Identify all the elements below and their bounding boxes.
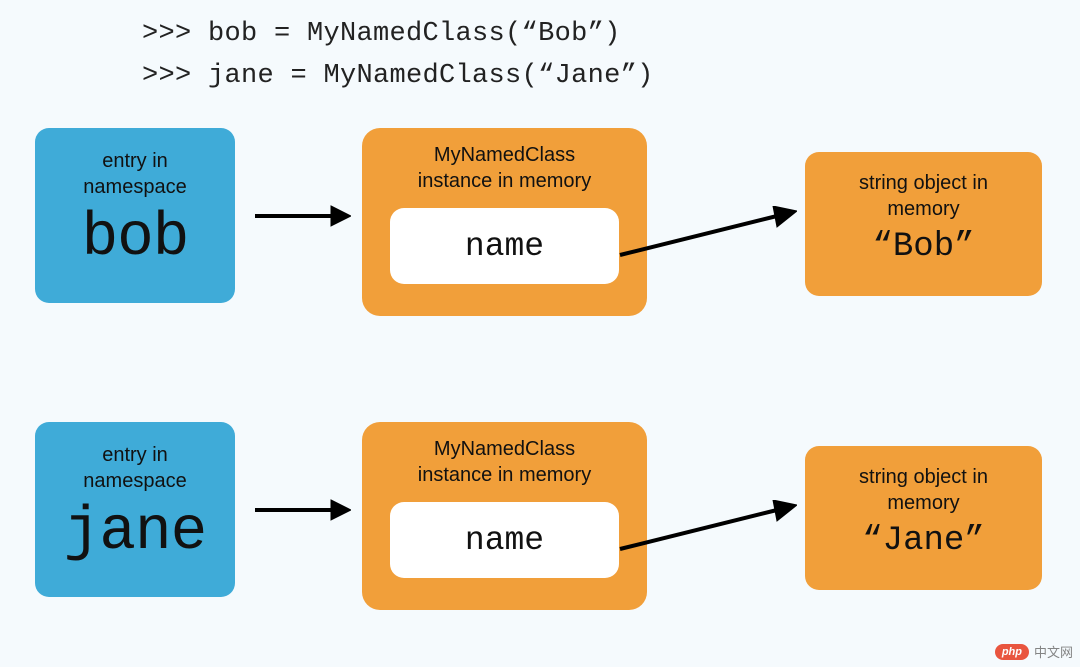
instance-box: MyNamedClass instance in memory name [362,128,647,316]
namespace-label: entry in namespace [83,442,186,494]
label-line: memory [887,492,959,514]
watermark-text: 中文网 [1034,642,1073,661]
label-line: entry in [102,444,168,466]
instance-label: MyNamedClass instance in memory [418,436,591,488]
label-line: string object in [859,466,988,488]
arrow-icon [253,204,351,228]
label-line: MyNamedClass [434,438,575,460]
namespace-variable: bob [82,204,189,273]
string-object-box: string object in memory “Jane” [805,446,1042,590]
code-line-2: >>> jane = MyNamedClass(“Jane”) [142,56,654,98]
namespace-entry-box: entry in namespace jane [35,422,235,597]
instance-attribute-box: name [390,502,619,578]
instance-box: MyNamedClass instance in memory name [362,422,647,610]
namespace-label: entry in namespace [83,148,186,200]
string-object-box: string object in memory “Bob” [805,152,1042,296]
label-line: string object in [859,172,988,194]
namespace-variable: jane [64,498,206,567]
instance-attribute: name [465,522,544,559]
arrow-icon [617,500,797,555]
namespace-entry-box: entry in namespace bob [35,128,235,303]
instance-label: MyNamedClass instance in memory [418,142,591,194]
arrow-icon [617,206,797,261]
watermark: php 中文网 [995,642,1073,661]
code-example: >>> bob = MyNamedClass(“Bob”) >>> jane =… [142,14,654,98]
string-label: string object in memory [859,464,988,516]
label-line: MyNamedClass [434,144,575,166]
string-label: string object in memory [859,170,988,222]
arrow-icon [253,498,351,522]
label-line: entry in [102,150,168,172]
string-value: “Bob” [872,228,974,266]
label-line: namespace [83,176,186,198]
code-line-1: >>> bob = MyNamedClass(“Bob”) [142,14,654,56]
watermark-pill: php [995,644,1029,660]
label-line: memory [887,198,959,220]
instance-attribute: name [465,228,544,265]
label-line: namespace [83,470,186,492]
string-value: “Jane” [862,522,984,560]
instance-attribute-box: name [390,208,619,284]
label-line: instance in memory [418,464,591,486]
label-line: instance in memory [418,170,591,192]
